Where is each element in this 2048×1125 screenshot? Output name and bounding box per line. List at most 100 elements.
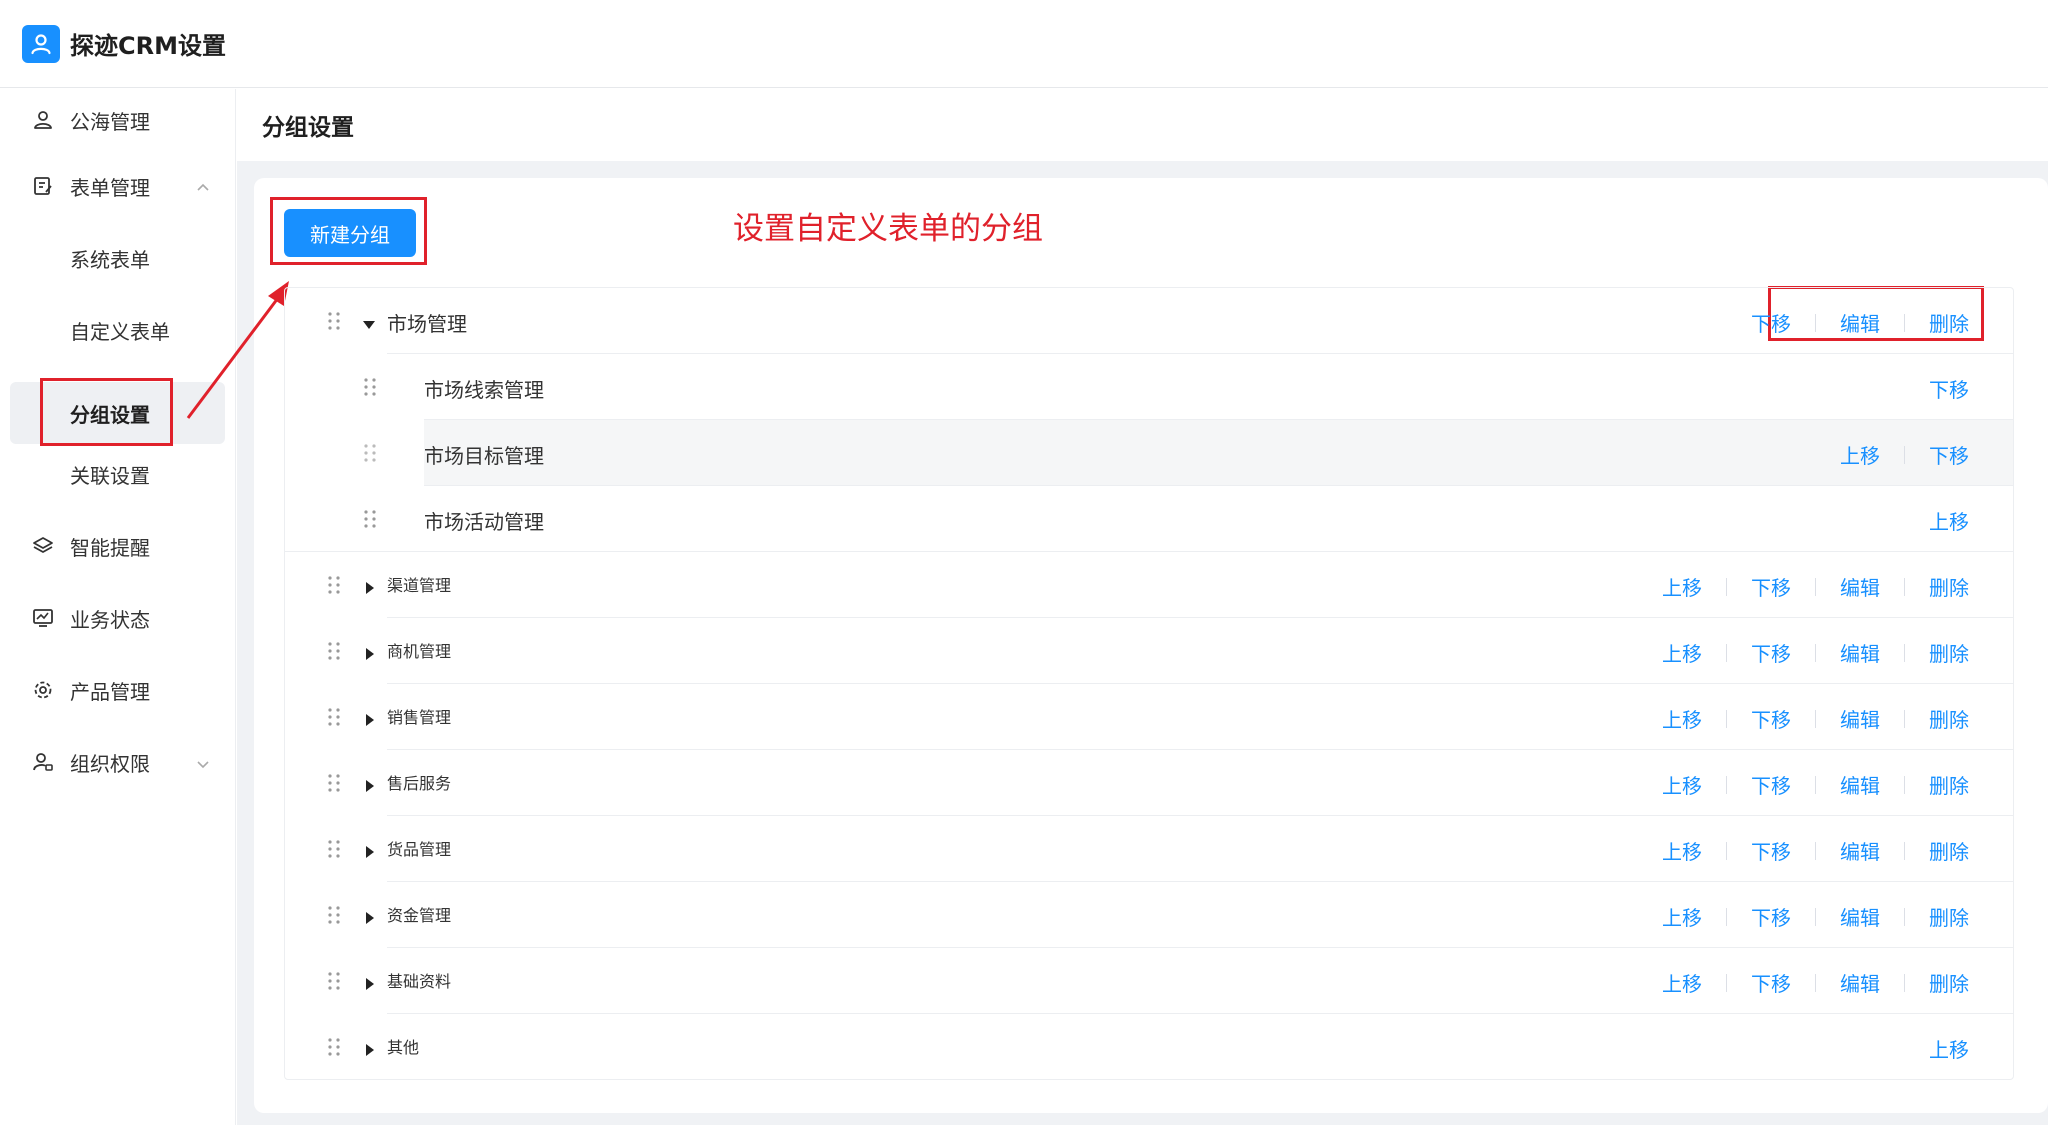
group-label: 基础资料: [387, 972, 452, 991]
caret-right-icon[interactable]: [364, 711, 376, 726]
delete-button[interactable]: 删除: [1929, 836, 1969, 865]
divider: [1815, 973, 1816, 992]
move-up-button[interactable]: 上移: [1662, 836, 1702, 865]
move-down-button[interactable]: 下移: [1751, 704, 1791, 733]
sidebar-item-group-settings[interactable]: 分组设置: [10, 382, 225, 444]
divider: [1904, 973, 1905, 992]
move-up-button[interactable]: 上移: [1662, 704, 1702, 733]
group-label: 商机管理: [387, 642, 452, 661]
move-up-button[interactable]: 上移: [1662, 638, 1702, 667]
edit-button[interactable]: 编辑: [1840, 902, 1880, 931]
page-title: 分组设置: [262, 115, 354, 141]
table-row-child[interactable]: [424, 354, 2013, 420]
drag-handle-icon[interactable]: [327, 1037, 341, 1057]
delete-button[interactable]: 删除: [1929, 968, 1969, 997]
delete-button[interactable]: 删除: [1929, 638, 1969, 667]
table-row-child[interactable]: [285, 486, 2013, 552]
edit-button[interactable]: 编辑: [1840, 572, 1880, 601]
row-actions: 下移: [1929, 374, 1969, 403]
sidebar-item-label: 组织权限: [70, 751, 150, 776]
caret-right-icon[interactable]: [364, 579, 376, 594]
drag-handle-icon[interactable]: [327, 707, 341, 727]
chevron-down-icon: [195, 753, 211, 769]
drag-handle-icon[interactable]: [327, 773, 341, 793]
caret-right-icon[interactable]: [364, 777, 376, 792]
sidebar-item-system-form[interactable]: 系统表单: [10, 227, 225, 289]
move-up-button[interactable]: 上移: [1662, 770, 1702, 799]
move-up-button[interactable]: 上移: [1662, 572, 1702, 601]
delete-button[interactable]: 删除: [1929, 704, 1969, 733]
row-actions: 上移: [1929, 506, 1969, 535]
edit-button[interactable]: 编辑: [1840, 704, 1880, 733]
group-label: 销售管理: [387, 708, 452, 727]
sidebar-item-label: 分组设置: [70, 402, 150, 427]
group-label: 资金管理: [387, 906, 452, 925]
row-actions: 上移 下移 编辑 删除: [1662, 638, 1969, 667]
move-up-button[interactable]: 上移: [1840, 440, 1880, 469]
caret-right-icon[interactable]: [364, 975, 376, 990]
chevron-up-icon: [195, 177, 211, 193]
move-up-button[interactable]: 上移: [1662, 968, 1702, 997]
drag-handle-icon[interactable]: [327, 971, 341, 991]
new-group-button[interactable]: 新建分组: [284, 209, 416, 257]
row-actions: 上移 下移 编辑 删除: [1662, 770, 1969, 799]
caret-right-icon[interactable]: [364, 843, 376, 858]
move-down-button[interactable]: 下移: [1751, 638, 1791, 667]
move-down-button[interactable]: 下移: [1751, 770, 1791, 799]
move-up-button[interactable]: 上移: [1929, 1034, 1969, 1063]
move-up-button[interactable]: 上移: [1929, 506, 1969, 535]
divider: [1815, 907, 1816, 926]
sidebar-item-org-permissions[interactable]: 组织权限: [10, 731, 225, 793]
drag-handle-icon[interactable]: [327, 839, 341, 859]
move-down-button[interactable]: 下移: [1929, 440, 1969, 469]
edit-button[interactable]: 编辑: [1840, 770, 1880, 799]
sidebar-item-form-management[interactable]: 表单管理: [10, 155, 225, 217]
caret-right-icon[interactable]: [364, 1041, 376, 1056]
table-row-group[interactable]: [387, 1014, 2013, 1080]
user-icon: [32, 109, 54, 131]
form-edit-icon: [32, 175, 54, 197]
edit-button[interactable]: 编辑: [1840, 836, 1880, 865]
edit-button[interactable]: 编辑: [1840, 308, 1880, 337]
move-down-button[interactable]: 下移: [1751, 902, 1791, 931]
move-down-button[interactable]: 下移: [1751, 308, 1791, 337]
sidebar-item-link-settings[interactable]: 关联设置: [10, 443, 225, 505]
drag-handle-icon[interactable]: [363, 443, 377, 463]
drag-handle-icon[interactable]: [363, 509, 377, 529]
sidebar-item-custom-form[interactable]: 自定义表单: [10, 299, 225, 361]
edit-button[interactable]: 编辑: [1840, 968, 1880, 997]
sidebar-item-public-pool[interactable]: 公海管理: [10, 89, 225, 151]
sidebar-item-smart-reminder[interactable]: 智能提醒: [10, 515, 225, 577]
delete-button[interactable]: 删除: [1929, 572, 1969, 601]
divider: [1904, 709, 1905, 728]
annotation-text: 设置自定义表单的分组: [733, 211, 1043, 247]
caret-down-icon[interactable]: [363, 316, 375, 329]
drag-handle-icon[interactable]: [327, 905, 341, 925]
delete-button[interactable]: 删除: [1929, 770, 1969, 799]
drag-handle-icon[interactable]: [327, 311, 341, 331]
drag-handle-icon[interactable]: [327, 575, 341, 595]
drag-handle-icon[interactable]: [327, 641, 341, 661]
delete-button[interactable]: 删除: [1929, 308, 1969, 337]
sidebar-item-product-management[interactable]: 产品管理: [10, 659, 225, 721]
sidebar-item-label: 表单管理: [70, 175, 150, 200]
move-up-button[interactable]: 上移: [1662, 902, 1702, 931]
caret-right-icon[interactable]: [364, 909, 376, 924]
drag-handle-icon[interactable]: [363, 377, 377, 397]
table-row-child[interactable]: [424, 420, 2013, 486]
divider: [1904, 643, 1905, 662]
divider: [1904, 313, 1905, 332]
caret-right-icon[interactable]: [364, 645, 376, 660]
row-actions: 上移 下移: [1840, 440, 1969, 469]
sidebar-item-label: 智能提醒: [70, 535, 150, 560]
move-down-button[interactable]: 下移: [1929, 374, 1969, 403]
move-down-button[interactable]: 下移: [1751, 968, 1791, 997]
move-down-button[interactable]: 下移: [1751, 572, 1791, 601]
move-down-button[interactable]: 下移: [1751, 836, 1791, 865]
app-title: 探迹CRM设置: [70, 32, 226, 60]
divider: [1726, 841, 1727, 860]
child-label: 市场活动管理: [424, 510, 544, 534]
delete-button[interactable]: 删除: [1929, 902, 1969, 931]
edit-button[interactable]: 编辑: [1840, 638, 1880, 667]
sidebar-item-business-status[interactable]: 业务状态: [10, 587, 225, 649]
